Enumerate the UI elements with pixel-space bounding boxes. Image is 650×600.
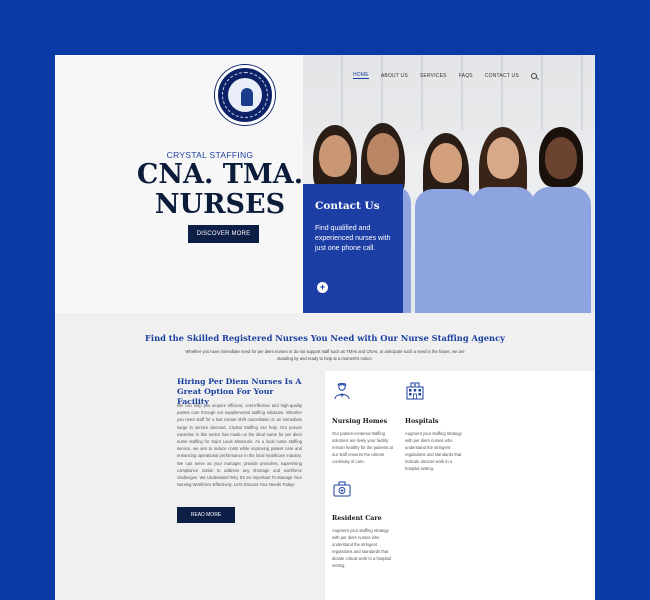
crystal-staffing-logo[interactable] [215,65,275,125]
nav-faqs[interactable]: FAQS [459,73,473,79]
hero-title: CNA. TMA. NURSES [135,160,305,220]
webpage-canvas: CRYSTAL STAFFING CNA. TMA. NURSES DISCOV… [55,55,595,600]
nav-contact-us[interactable]: CONTACT US [485,73,519,79]
nurse-3 [415,133,477,313]
services-section: Find the Skilled Registered Nurses You N… [55,313,595,600]
discover-more-button[interactable]: DISCOVER MORE [188,225,259,243]
hero-title-line2: NURSES [154,189,286,220]
nurse-figure-icon [241,88,253,106]
hero-title-line1: CNA. TMA. [136,159,304,190]
nav-home[interactable]: HOME [353,72,369,79]
service-nursing-homes: Nursing Homes Our patient-centered staff… [332,381,394,465]
section-heading: Find the Skilled Registered Nurses You N… [145,333,505,343]
service-title: Resident Care [332,515,382,522]
service-text: Augment your staffing strategy with per … [332,528,391,568]
read-more-button[interactable]: READ MORE [177,507,235,523]
nurse-5 [531,127,591,313]
nurse-4 [471,127,535,313]
service-title: Nursing Homes [332,418,388,425]
service-hospitals: Hospitals Augment your staffing strategy… [405,381,467,472]
contact-title: Contact Us [315,200,380,212]
hospital-icon [406,382,424,400]
nav-about-us[interactable]: ABOUT US [381,73,408,79]
section-intro: Whether you have immediate need for per … [185,349,465,361]
hospital-ceiling [303,55,595,130]
service-resident-care: Resident Care Augment your staffing stra… [332,478,394,569]
nav-services[interactable]: SERVICES [420,73,447,79]
hero-left-panel: CRYSTAL STAFFING CNA. TMA. NURSES DISCOV… [55,55,303,313]
service-text: Augment your staffing strategy with per … [405,431,462,471]
hiring-body: We can help you acquire efficient, cost-… [177,403,302,488]
contact-card: Contact Us Find qualified and experience… [303,184,403,313]
search-icon[interactable] [530,72,537,79]
resident-care-icon [333,481,351,497]
service-text: Our patient-centered staffing solutions … [332,431,393,464]
nurse-icon [334,383,350,400]
contact-text: Find qualified and experienced nurses wi… [315,225,391,252]
contact-plus-button[interactable]: + [317,282,328,293]
main-nav: HOME ABOUT US SERVICES FAQS CONTACT US [353,72,537,79]
service-title: Hospitals [405,418,439,425]
